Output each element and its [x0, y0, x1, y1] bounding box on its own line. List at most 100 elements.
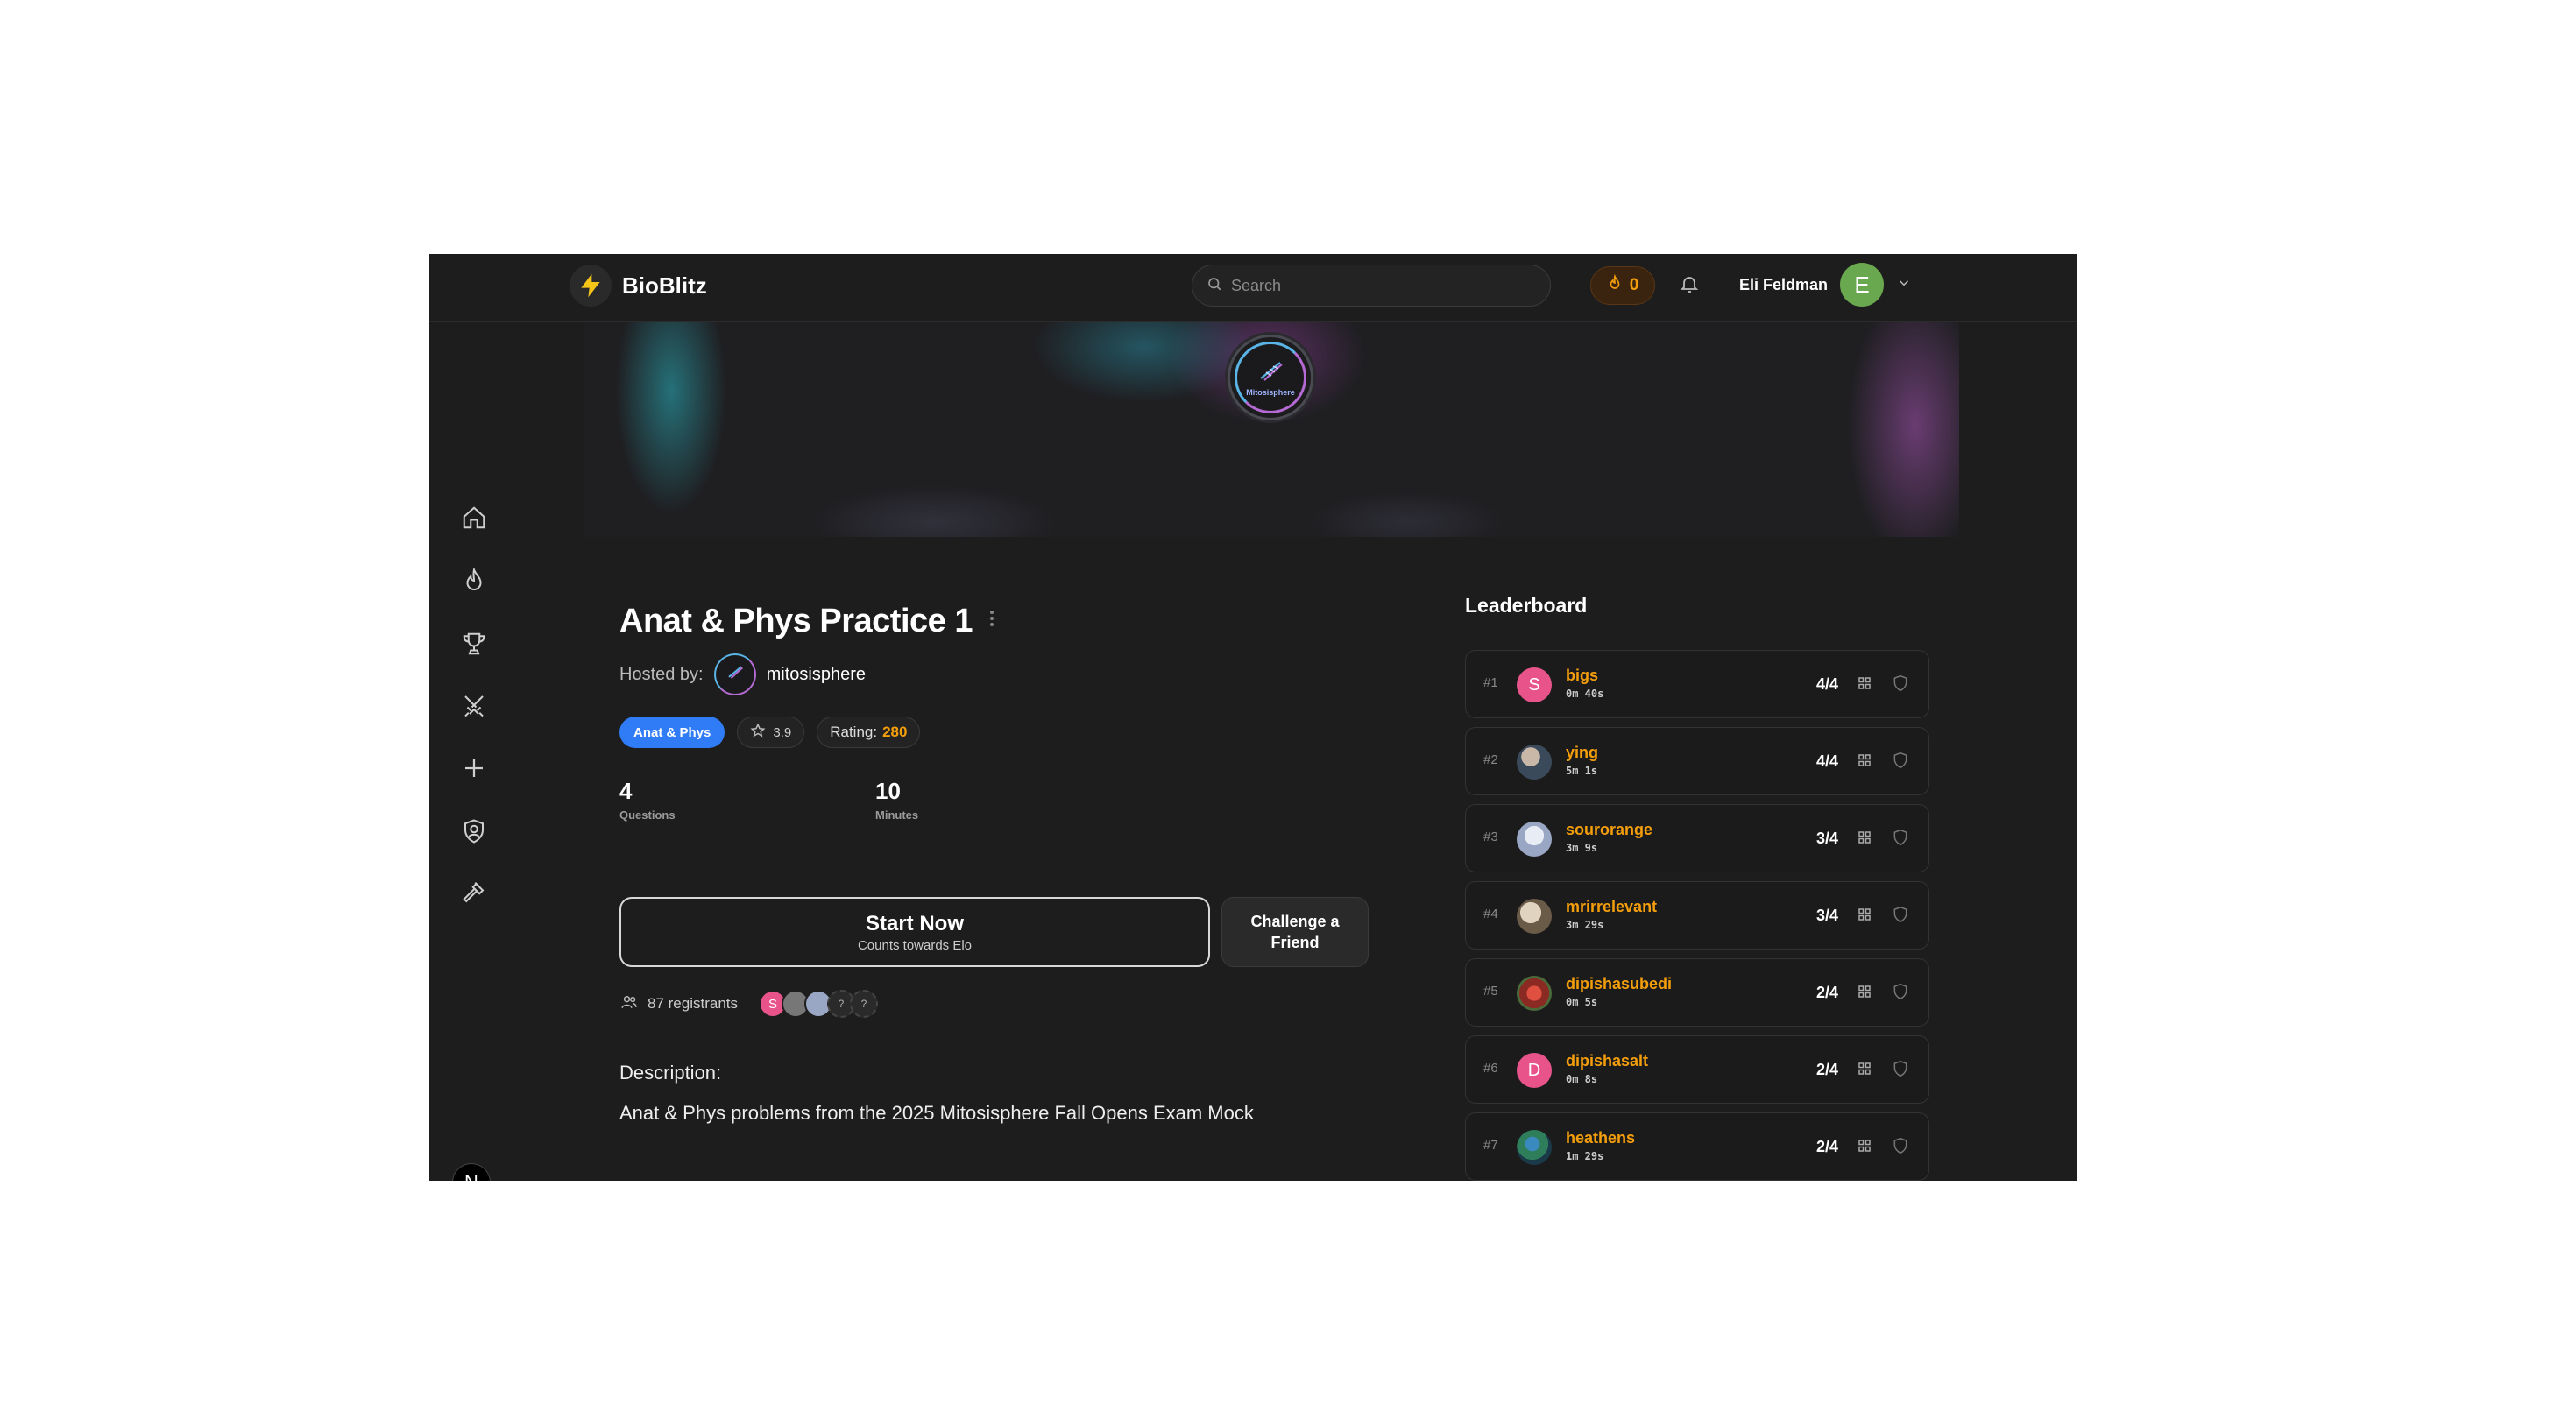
shield-user-icon: [461, 818, 487, 849]
app-name: BioBlitz: [622, 272, 707, 299]
swords-icon: [461, 692, 487, 723]
sidebar-item-home[interactable]: [456, 501, 492, 538]
player-name[interactable]: bigs: [1566, 667, 1598, 685]
sidebar-item-profile[interactable]: [456, 815, 492, 851]
search-input[interactable]: [1231, 276, 1529, 295]
app-logo[interactable]: BioBlitz: [570, 265, 707, 307]
dna-icon: [725, 664, 745, 685]
avatar[interactable]: [1517, 1130, 1552, 1165]
player-name[interactable]: dipishasalt: [1566, 1052, 1648, 1070]
rank: #1: [1483, 675, 1498, 690]
search-bar[interactable]: [1192, 265, 1551, 307]
leaderboard-row[interactable]: #4 mrirrelevant 3m 29s 3/4: [1465, 881, 1929, 950]
shield-icon[interactable]: [1892, 982, 1909, 1001]
minutes-stat: 10 Minutes: [875, 778, 918, 822]
grid-icon[interactable]: [1857, 984, 1872, 999]
sidebar-item-battle[interactable]: [456, 688, 492, 725]
sidebar-item-streak[interactable]: [456, 564, 492, 601]
sidebar-item-tools[interactable]: [456, 876, 492, 913]
rating-label: Rating:: [830, 724, 878, 740]
host-name-link[interactable]: mitosisphere: [767, 665, 866, 685]
score: 2/4: [1816, 984, 1839, 1001]
shield-icon[interactable]: [1892, 1136, 1909, 1155]
shield-icon[interactable]: [1892, 751, 1909, 770]
search-icon: [1207, 276, 1222, 296]
player-name[interactable]: mrirrelevant: [1566, 898, 1657, 916]
avatar[interactable]: D: [1517, 1053, 1552, 1088]
more-options-button[interactable]: [981, 608, 1002, 632]
completion-time: 5m 1s: [1566, 765, 1598, 777]
player-name[interactable]: heathens: [1566, 1129, 1635, 1147]
shield-icon[interactable]: [1892, 828, 1909, 847]
description-label: Description:: [619, 1062, 722, 1084]
grid-icon[interactable]: [1857, 830, 1872, 845]
star-rating-value: 3.9: [773, 724, 792, 740]
sidebar-item-trophy[interactable]: [456, 627, 492, 664]
rank: #7: [1483, 1138, 1498, 1153]
shield-icon[interactable]: [1892, 1059, 1909, 1078]
score: 4/4: [1816, 752, 1839, 770]
avatar[interactable]: [1517, 745, 1552, 780]
grid-icon[interactable]: [1857, 752, 1872, 768]
dev-badge[interactable]: N: [452, 1163, 491, 1181]
sidebar-item-create[interactable]: [456, 752, 492, 788]
grid-icon[interactable]: [1857, 1138, 1872, 1154]
player-name[interactable]: dipishasubedi: [1566, 975, 1672, 993]
rank: #2: [1483, 752, 1498, 767]
rank: #4: [1483, 907, 1498, 921]
questions-stat: 4 Questions: [619, 778, 676, 822]
leaderboard-row[interactable]: #1 S bigs 0m 40s 4/4: [1465, 650, 1929, 718]
start-now-label: Start Now: [865, 911, 964, 935]
leaderboard-row[interactable]: #5 dipishasubedi 0m 5s 2/4: [1465, 958, 1929, 1027]
avatar[interactable]: [1517, 976, 1552, 1011]
chevron-down-icon[interactable]: [1896, 275, 1912, 295]
host-avatar[interactable]: [713, 653, 756, 695]
start-now-sublabel: Counts towards Elo: [857, 937, 973, 953]
avatar[interactable]: E: [1840, 263, 1885, 307]
plus-icon: [461, 755, 487, 786]
leaderboard-row[interactable]: #2 ying 5m 1s 4/4: [1465, 727, 1929, 795]
registrants-count: 87 registrants: [648, 995, 738, 1012]
start-now-button[interactable]: Start Now Counts towards Elo: [619, 897, 1210, 967]
challenge-friend-button[interactable]: Challenge a Friend: [1221, 897, 1369, 967]
shield-icon[interactable]: [1892, 674, 1909, 693]
streak-badge[interactable]: 0: [1590, 266, 1655, 305]
description-text: Anat & Phys problems from the 2025 Mitos…: [619, 1102, 1254, 1124]
quiz-banner: Mitosisphere: [584, 286, 1959, 537]
completion-time: 3m 9s: [1566, 842, 1598, 854]
rank: #6: [1483, 1061, 1498, 1076]
leaderboard-row[interactable]: #3 sourorange 3m 9s 3/4: [1465, 804, 1929, 872]
sidebar: N: [429, 322, 517, 1181]
rate-button[interactable]: 3.9: [737, 717, 805, 748]
avatar[interactable]: [1517, 899, 1552, 934]
top-bar: BioBlitz 0 Eli Feldman E: [429, 254, 2077, 322]
rank: #3: [1483, 830, 1498, 844]
score: 2/4: [1816, 1138, 1839, 1155]
user-menu[interactable]: Eli Feldman E: [1739, 263, 1912, 307]
leaderboard-row[interactable]: #7 heathens 1m 29s 2/4: [1465, 1112, 1929, 1181]
completion-time: 0m 40s: [1566, 688, 1604, 700]
shield-icon[interactable]: [1892, 905, 1909, 924]
player-name[interactable]: sourorange: [1566, 821, 1652, 839]
grid-icon[interactable]: [1857, 675, 1872, 691]
questions-count: 4: [619, 778, 633, 804]
host-logo: Mitosisphere: [1228, 335, 1313, 420]
completion-time: 0m 5s: [1566, 996, 1598, 1008]
leaderboard-title: Leaderboard: [1465, 594, 1588, 617]
kebab-icon: [989, 608, 994, 633]
bell-icon: [1679, 273, 1700, 299]
completion-time: 0m 8s: [1566, 1073, 1598, 1085]
notifications-button[interactable]: [1674, 270, 1705, 301]
avatar[interactable]: [1517, 822, 1552, 857]
lightning-icon: [570, 265, 612, 307]
grid-icon[interactable]: [1857, 907, 1872, 922]
avatar[interactable]: S: [1517, 667, 1552, 702]
grid-icon[interactable]: [1857, 1061, 1872, 1077]
leaderboard-list: #1 S bigs 0m 40s 4/4 #2 ying 5m 1s 4/4 #…: [1465, 650, 1929, 1181]
registrants-row[interactable]: 87 registrants S ? ?: [619, 990, 878, 1018]
user-name: Eli Feldman: [1739, 275, 1829, 293]
player-name[interactable]: ying: [1566, 744, 1598, 762]
subject-tag[interactable]: Anat & Phys: [619, 717, 725, 748]
leaderboard-row[interactable]: #6 D dipishasalt 0m 8s 2/4: [1465, 1035, 1929, 1104]
home-icon: [461, 505, 487, 535]
